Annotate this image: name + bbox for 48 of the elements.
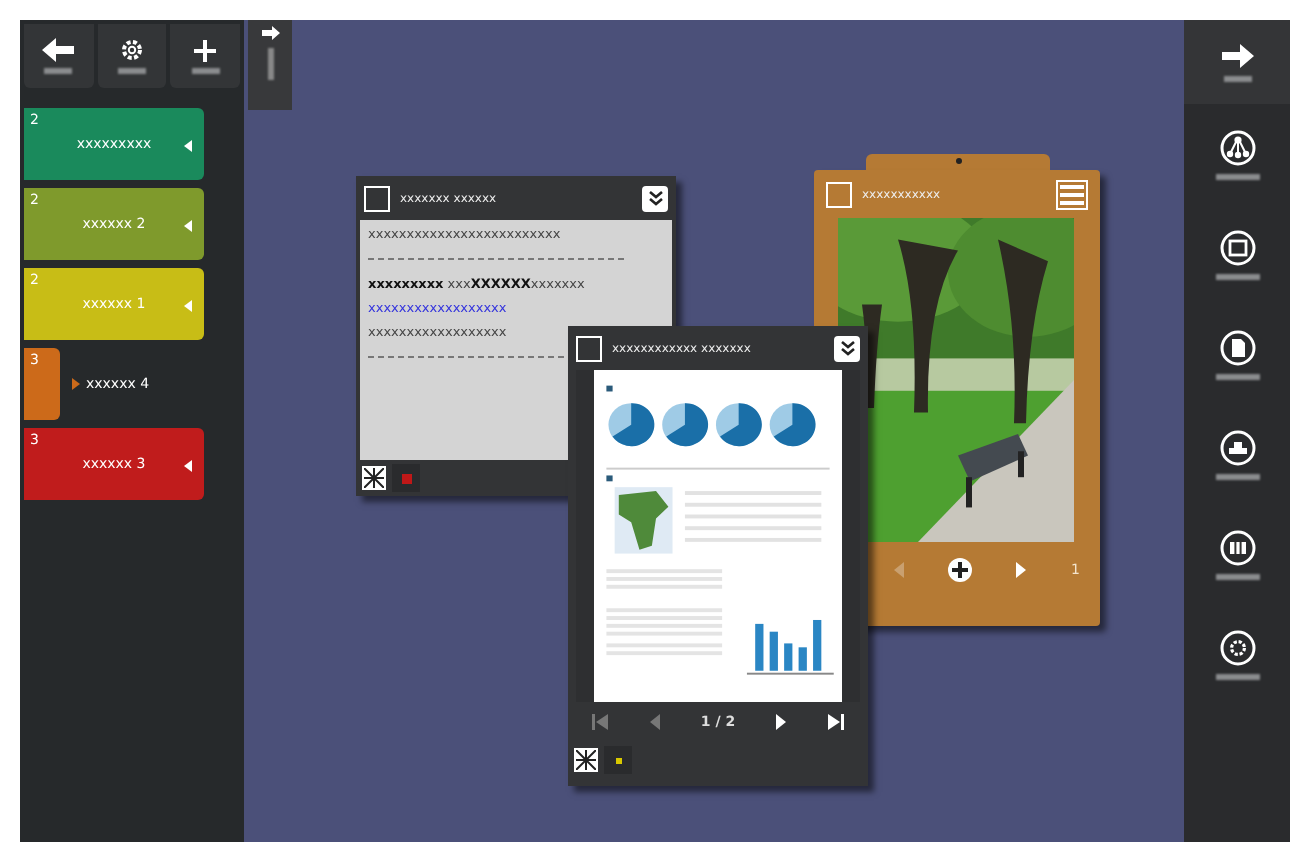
- blurred-label: [267, 48, 273, 80]
- window-icon: [1219, 229, 1255, 265]
- blurred-label: [1215, 673, 1259, 679]
- gear-icon: [120, 38, 144, 62]
- blurred-label: [1215, 273, 1259, 279]
- blurred-label: [1223, 75, 1251, 81]
- tool-icon[interactable]: [362, 466, 386, 490]
- collapse-icon: [184, 220, 192, 232]
- share-icon: [1219, 129, 1255, 165]
- menu-icon: [1060, 183, 1084, 205]
- last-page-icon[interactable]: [827, 714, 844, 730]
- tool-icon[interactable]: [574, 748, 598, 772]
- blurred-label: [191, 67, 220, 73]
- arrow-left-icon: [42, 38, 75, 62]
- chevron-down-icon: [839, 340, 855, 356]
- expand-icon: [72, 378, 80, 390]
- blurred-label: [1215, 373, 1259, 379]
- previous-icon[interactable]: [649, 714, 660, 730]
- collapse-icon: [184, 460, 192, 472]
- forward-button[interactable]: [1184, 20, 1290, 104]
- print-icon: [1219, 429, 1255, 465]
- document-icon: [1219, 329, 1255, 365]
- grid-icon: [1219, 529, 1255, 565]
- arrow-right-icon: [1221, 43, 1253, 67]
- next-icon[interactable]: [776, 714, 787, 730]
- blurred-label: [118, 68, 146, 74]
- chevron-down-icon: [647, 190, 663, 206]
- blurred-label: [44, 68, 73, 74]
- blurred-label: [1215, 473, 1259, 479]
- select-checkbox[interactable]: [364, 185, 390, 211]
- menu-button[interactable]: [1056, 179, 1088, 209]
- first-page-icon[interactable]: [592, 714, 608, 730]
- arrow-right-icon: [261, 26, 279, 40]
- collapse-icon: [184, 300, 192, 312]
- select-checkbox[interactable]: [576, 335, 602, 361]
- expand-panel-button[interactable]: [248, 20, 292, 110]
- expand-button[interactable]: [642, 185, 668, 211]
- plus-icon: [194, 39, 217, 61]
- add-icon[interactable]: [948, 558, 973, 582]
- back-button[interactable]: [24, 24, 94, 88]
- blurred-label: [1215, 573, 1259, 579]
- collapse-icon: [184, 140, 192, 152]
- expand-button[interactable]: [834, 335, 860, 361]
- select-checkbox[interactable]: [826, 181, 852, 207]
- blurred-label: [1215, 173, 1259, 179]
- add-button[interactable]: [170, 24, 241, 88]
- settings-icon: [1219, 629, 1255, 665]
- settings-button[interactable]: [97, 24, 167, 88]
